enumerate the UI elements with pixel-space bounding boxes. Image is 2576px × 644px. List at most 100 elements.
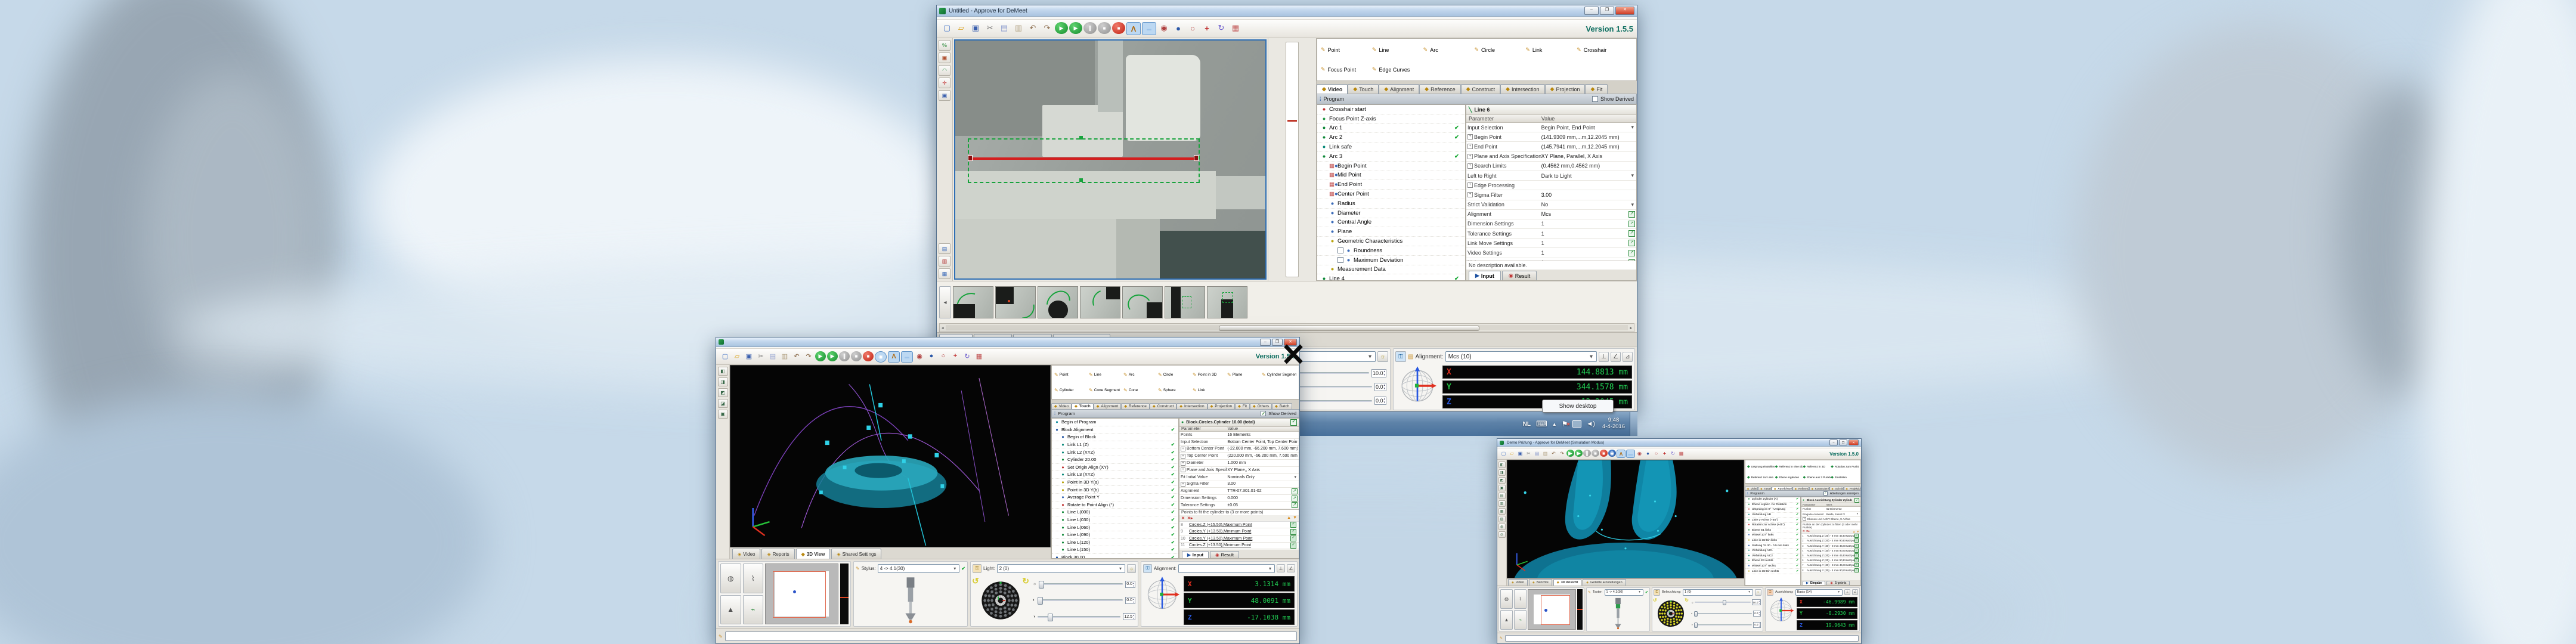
program-tree-row[interactable]: ● Stellung TA 30 - 0.5 mm links ✔ bbox=[1745, 543, 1800, 549]
view-tab[interactable]: ◈Geteilte Einstellungen bbox=[1583, 579, 1626, 586]
program-tree-row[interactable]: ● Line L(000) ✔ bbox=[1052, 509, 1178, 516]
program-tree-row[interactable]: ● Link L3 (XYZ) ✔ bbox=[1052, 471, 1178, 479]
toolbar-button[interactable] bbox=[1626, 450, 1635, 458]
stage-map[interactable] bbox=[1528, 589, 1576, 630]
view-icon[interactable]: ▤ bbox=[1498, 493, 1506, 499]
menu-item[interactable] bbox=[962, 17, 970, 18]
toolbar-button[interactable] bbox=[926, 351, 937, 361]
light-value-spinner[interactable]: 0.0▴▾ bbox=[1374, 397, 1386, 405]
toolbar-button[interactable] bbox=[720, 351, 730, 361]
program-tree-row[interactable]: ● Line 4 ✔ bbox=[1317, 274, 1465, 281]
toolbar-button[interactable] bbox=[779, 351, 790, 361]
light-value-spinner[interactable]: 0.0▴▾ bbox=[1374, 383, 1386, 391]
palette-tool[interactable]: ✎ Cone bbox=[1123, 388, 1158, 393]
fit-point-row[interactable]: 4Ausrichtung.Y (30) - 4 mm 90,Ersatzpunk… bbox=[1801, 549, 1860, 553]
program-tree-row[interactable]: ● Ebene E3 rechts ✔ bbox=[1745, 559, 1800, 564]
palette-tool[interactable]: ◆ Referenz in eine Ebene bbox=[1775, 465, 1803, 469]
fit-point-row[interactable]: 10Circles.Y (+13.50),Maximum Point ✓ bbox=[1179, 535, 1299, 543]
toolbar-button[interactable] bbox=[1583, 450, 1591, 457]
expand-icon[interactable]: + bbox=[1467, 192, 1473, 197]
toolbar-button[interactable] bbox=[863, 351, 874, 361]
program-tree-row[interactable]: ● End Point bbox=[1317, 180, 1465, 190]
measure-tab[interactable]: ◆ Intersection bbox=[1500, 84, 1544, 94]
property-row[interactable]: Strict Validation No ▾ bbox=[1466, 200, 1636, 210]
light-combo[interactable]: 1 (0)▾ bbox=[1683, 589, 1753, 596]
stage-btn-stylus[interactable]: ⌇ bbox=[743, 564, 764, 593]
program-tree-row[interactable]: ● Arc 3 ✔ bbox=[1317, 152, 1465, 162]
rotate-right-icon[interactable]: ↻ bbox=[1022, 576, 1029, 586]
program-tree-row[interactable]: ● Plane bbox=[1317, 227, 1465, 237]
property-row[interactable]: +Top Center Point (220.000 mm, -66.200 m… bbox=[1179, 453, 1299, 460]
fit-point-row[interactable]: 2Ausrichtung.Z (30) - 4 mm 90,Ersatzpunk… bbox=[1801, 538, 1860, 543]
measure-tab[interactable]: ◆Intersection bbox=[1176, 403, 1207, 409]
palette-tool[interactable]: ◆ Ebene aus 3 Punkten bbox=[1803, 475, 1831, 479]
remove-point-icon[interactable]: ✕ bbox=[1181, 516, 1185, 521]
light-slider[interactable] bbox=[1694, 624, 1752, 626]
toolbar-button[interactable] bbox=[974, 351, 984, 361]
color-settings-icon[interactable]: ▣ bbox=[939, 52, 950, 63]
palette-tool[interactable]: ◆ Rotation zum Punkt bbox=[1831, 465, 1859, 469]
palette-tool[interactable]: ◆ Referenz zur Linie bbox=[1747, 475, 1775, 479]
toolbar-button[interactable] bbox=[1608, 450, 1616, 457]
search-region-handle-top[interactable] bbox=[1079, 136, 1083, 140]
view-icon[interactable]: ◍ bbox=[1498, 524, 1506, 530]
show-derived-checkbox[interactable] bbox=[1592, 96, 1598, 102]
toolbar-button[interactable] bbox=[1592, 450, 1599, 457]
table-add-icon[interactable]: ▤ bbox=[939, 243, 950, 254]
minimize-button[interactable]: – bbox=[1584, 7, 1599, 15]
titlebar[interactable]: Demo Prüfung - Approve for DeMeet (Simul… bbox=[1497, 439, 1861, 447]
dropdown-arrow-icon[interactable]: ▾ bbox=[1294, 475, 1298, 479]
measure-tab[interactable]: ◆ Touch bbox=[1348, 84, 1379, 94]
measure-tab[interactable]: ◆Others bbox=[1250, 403, 1272, 409]
property-row[interactable]: +Ebenen und Achsen Spezifikation XY Eben… bbox=[1801, 517, 1860, 522]
palette-tool[interactable]: ✎ Line bbox=[1372, 47, 1423, 53]
program-tree-row[interactable]: ● Arc 2 ✔ bbox=[1317, 133, 1465, 143]
toolbar-button[interactable] bbox=[1617, 450, 1626, 458]
toolbar-button[interactable] bbox=[1157, 22, 1171, 34]
bulb-icon[interactable]: ☼ bbox=[1755, 589, 1761, 596]
toolbar-button[interactable] bbox=[1215, 22, 1228, 34]
palette-tool[interactable]: ◆ Einstellen bbox=[1831, 475, 1859, 479]
view-icon[interactable]: ◩ bbox=[1498, 477, 1506, 484]
palette-tool[interactable]: ✎ Circle bbox=[1158, 372, 1193, 377]
palette-tool[interactable]: ✎ Cylinder bbox=[1054, 388, 1089, 393]
capture-thumbnail[interactable] bbox=[953, 286, 993, 318]
settings-icon[interactable]: ↗ bbox=[1292, 502, 1298, 508]
measure-tab[interactable]: ◆Projection bbox=[1208, 403, 1236, 409]
toolbar-button[interactable] bbox=[1516, 450, 1524, 457]
zoom-percent-icon[interactable]: % bbox=[939, 40, 950, 51]
focus-track[interactable] bbox=[1286, 42, 1299, 277]
lock-icon[interactable]: ⚿ bbox=[1654, 589, 1660, 596]
view-icon-3[interactable]: ◩ bbox=[718, 388, 728, 397]
toolbar-button[interactable] bbox=[1500, 450, 1507, 457]
settings-icon[interactable]: ↗ bbox=[1628, 250, 1635, 256]
settings-icon[interactable]: ↗ bbox=[1628, 230, 1635, 237]
settings-icon[interactable]: ↗ bbox=[1628, 240, 1635, 246]
palette-tool[interactable]: ✎ Edge Curves bbox=[1372, 66, 1423, 73]
settings-icon[interactable]: ↗ bbox=[1292, 496, 1298, 501]
menu-item[interactable] bbox=[939, 17, 946, 18]
filmstrip-prev-button[interactable]: ◂ bbox=[939, 286, 951, 318]
program-tree-row[interactable]: ● Begin of Program bbox=[1052, 419, 1178, 426]
program-tree-row[interactable]: ● Crosshair start bbox=[1317, 105, 1465, 114]
toolbar-button[interactable] bbox=[791, 351, 802, 361]
program-tree-row[interactable]: ● Winkel 107° rechts ✔ bbox=[1745, 564, 1800, 569]
program-tree-row[interactable]: ● Line L(120) ✔ bbox=[1052, 539, 1178, 547]
palette-tool[interactable]: ✎ Arc bbox=[1123, 372, 1158, 377]
light-value-spinner[interactable]: 50.0▴▾ bbox=[1752, 599, 1761, 605]
program-tree-row[interactable]: ● Begin of Block bbox=[1052, 434, 1178, 441]
light-value-spinner[interactable]: 0.0▴▾ bbox=[1125, 581, 1135, 588]
toolbar-button[interactable] bbox=[1126, 22, 1141, 35]
program-tree-row[interactable]: ● Radius bbox=[1317, 199, 1465, 209]
program-tree-row[interactable]: ● Diameter bbox=[1317, 209, 1465, 218]
fit-point-row[interactable]: 1Ausrichtung.Z (30) - 8 mm 45,Ersatzpunk… bbox=[1801, 534, 1860, 538]
fit-point-row[interactable]: 5Ausrichtung.Z (30) - 8 mm 45,Ersatzpunk… bbox=[1801, 553, 1860, 558]
ringlight-control[interactable]: ↺ ↻ bbox=[1652, 596, 1689, 631]
property-row[interactable]: +Bottom Center Point (-22.000 mm, -66.20… bbox=[1179, 446, 1299, 453]
tray-clock[interactable]: 9:48 4-4-2016 bbox=[1597, 417, 1630, 431]
command-field[interactable] bbox=[725, 631, 1297, 641]
capture-thumbnail[interactable] bbox=[995, 286, 1036, 318]
menu-item[interactable] bbox=[978, 17, 985, 18]
fit-point-row[interactable]: 6Ausrichtung.Z (30) - 4 mm 90,Ersatzpunk… bbox=[1801, 558, 1860, 563]
show-derived-checkbox[interactable]: ✓ bbox=[1823, 491, 1828, 496]
